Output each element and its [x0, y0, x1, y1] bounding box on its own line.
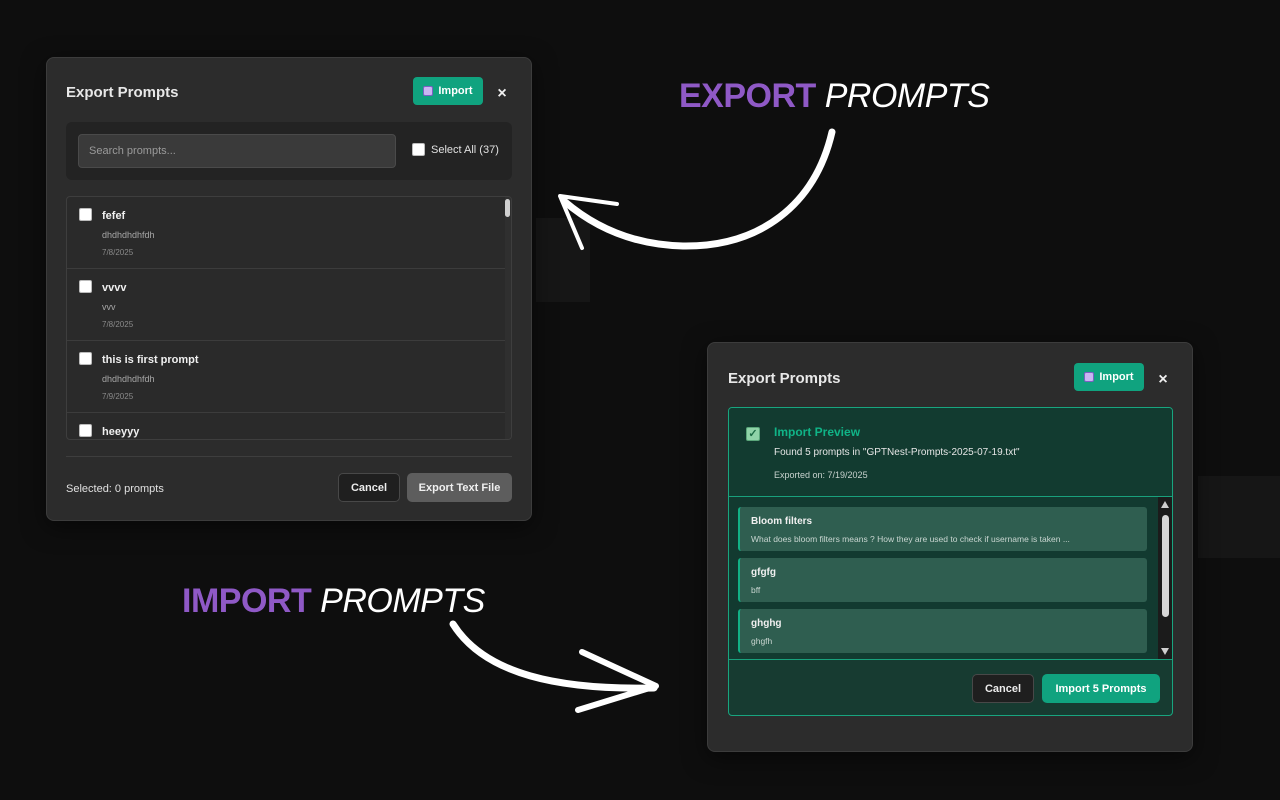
arrow-head-icon — [575, 649, 659, 713]
arrow-curve — [560, 128, 836, 250]
arrow-curve — [449, 620, 658, 692]
decorative-arrows — [449, 128, 836, 713]
